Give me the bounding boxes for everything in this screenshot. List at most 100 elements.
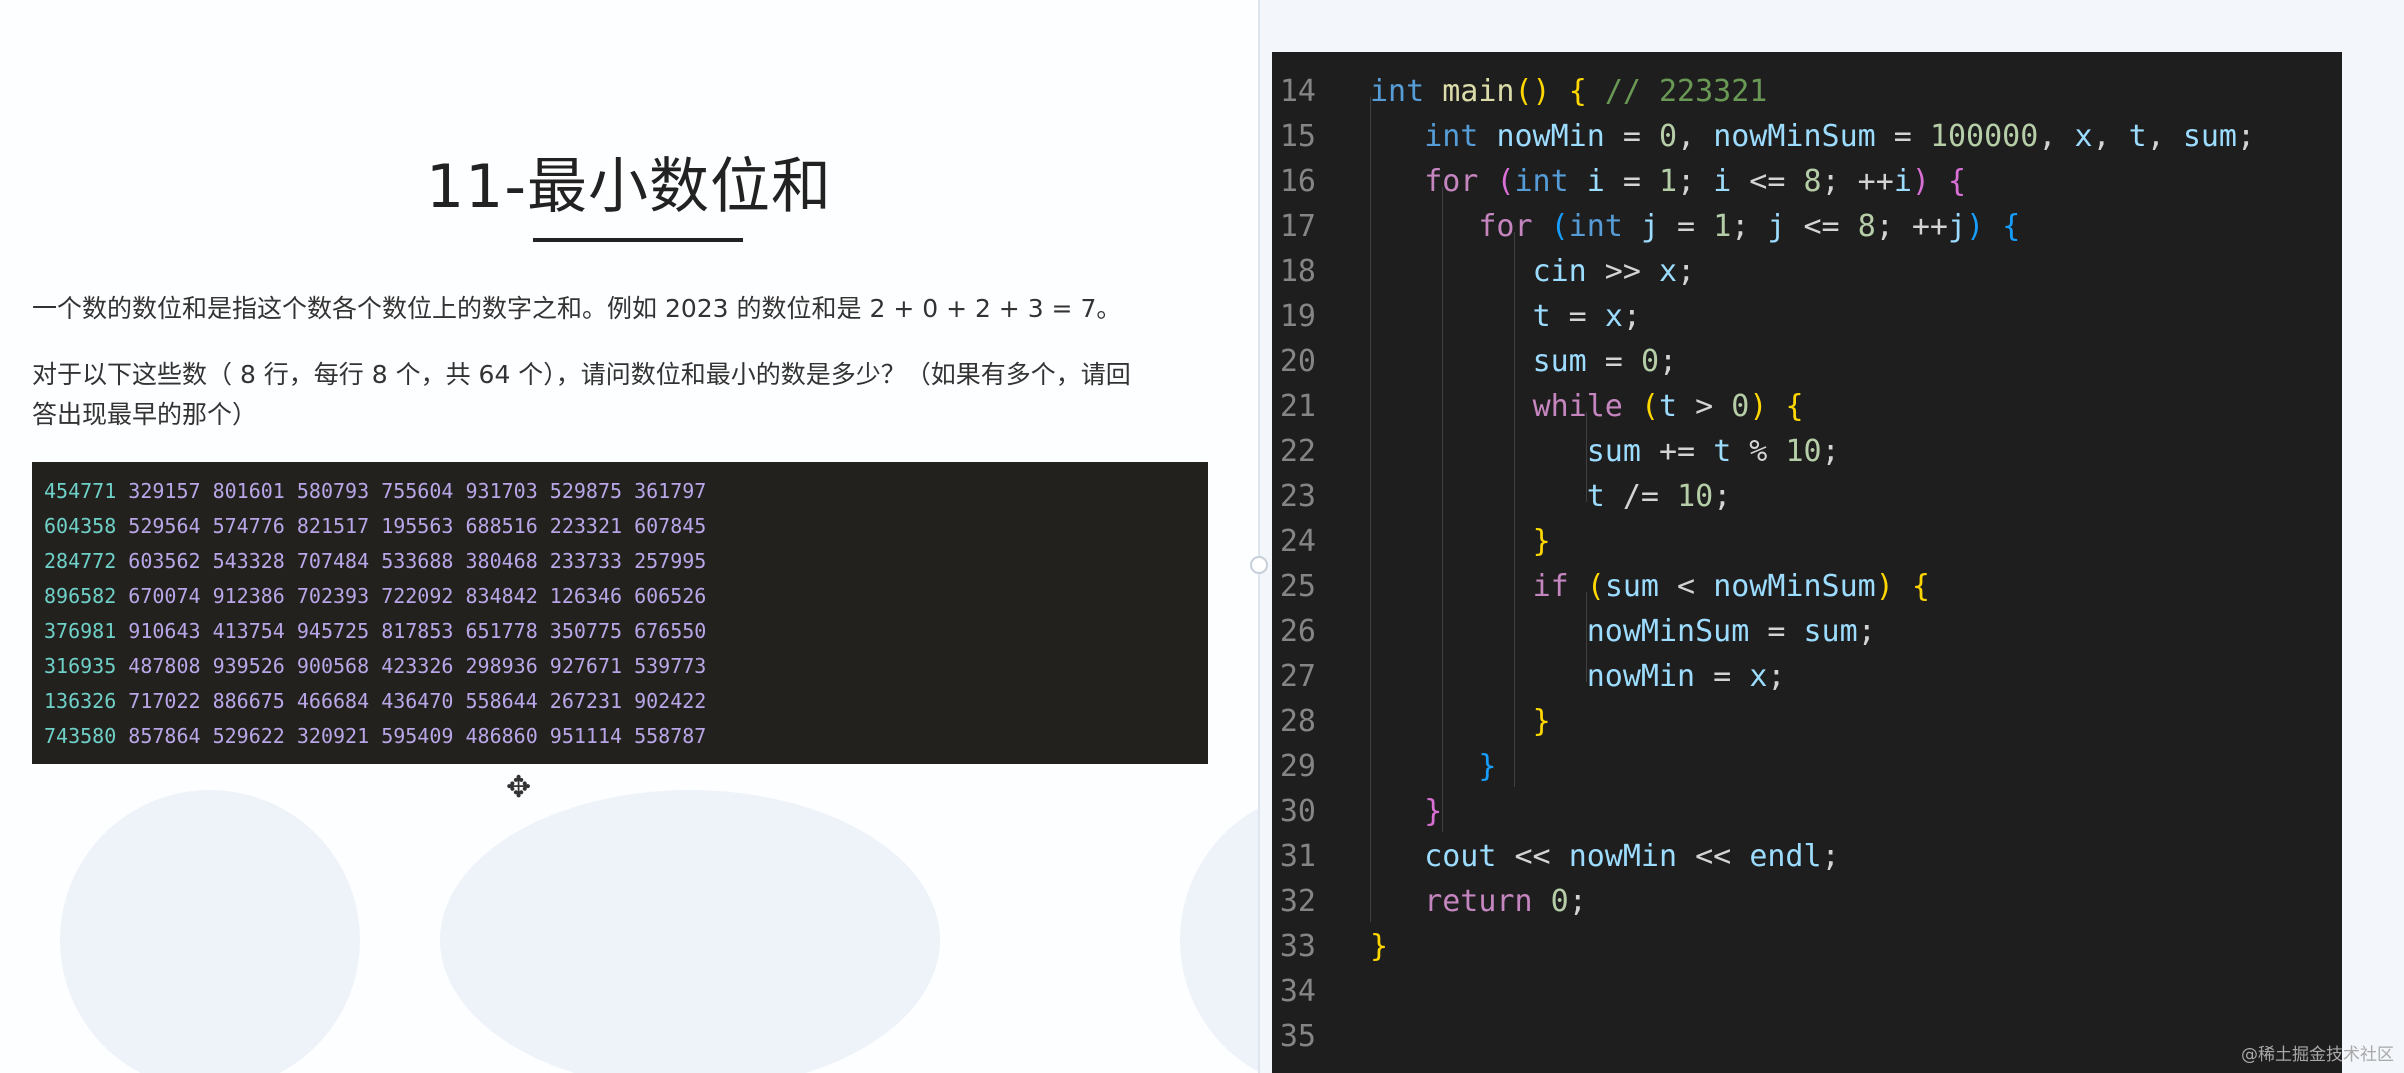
number-cell: 821517 <box>296 514 370 538</box>
number-cell: 604358 <box>44 514 117 538</box>
number-cell: 857864 <box>128 724 201 748</box>
number-cell: 539773 <box>634 654 707 678</box>
number-cell: 688516 <box>465 514 538 538</box>
line-number: 13 <box>1272 52 1316 57</box>
code-line: 30 } <box>1272 794 2342 839</box>
number-cell: 329157 <box>128 479 201 503</box>
number-cell: 910643 <box>128 619 201 643</box>
number-cell: 223321 <box>549 514 623 538</box>
number-cell: 454771 <box>44 479 117 503</box>
code-line: 13 <box>1272 52 2342 67</box>
code-line: 31 cout << nowMin << endl; <box>1272 839 2342 884</box>
number-cell: 945725 <box>296 619 370 643</box>
page-title: 11-最小数位和 <box>426 152 832 222</box>
line-number: 35 <box>1279 1019 1316 1054</box>
code-line: 27 nowMin = x; <box>1272 659 2342 704</box>
number-row: 743580 857864 529622 320921 595409 48686… <box>44 724 706 748</box>
number-row: 316935 487808 939526 900568 423326 29893… <box>44 654 706 678</box>
watermark-shape <box>60 790 360 1073</box>
number-cell: 195563 <box>381 514 454 538</box>
code-line: 26 nowMinSum = sum; <box>1272 614 2342 659</box>
line-number: 15 <box>1279 119 1316 154</box>
number-cell: 136326 <box>44 689 117 713</box>
code-line: 22 sum += t % 10; <box>1272 434 2342 479</box>
number-cell: 651778 <box>465 619 538 643</box>
number-cell: 939526 <box>212 654 285 678</box>
number-row: 376981 910643 413754 945725 817853 65177… <box>44 619 706 643</box>
problem-paragraph-2-line-2: 答出现最早的那个） <box>32 400 258 429</box>
number-row: 896582 670074 912386 702393 722092 83484… <box>44 584 706 608</box>
number-cell: 298936 <box>465 654 538 678</box>
number-cell: 606526 <box>634 584 707 608</box>
line-number: 32 <box>1279 884 1316 919</box>
number-cell: 436470 <box>381 689 454 713</box>
line-number: 28 <box>1279 704 1316 739</box>
split-handle[interactable] <box>1250 556 1268 574</box>
number-cell: 927671 <box>549 654 623 678</box>
line-number: 31 <box>1279 839 1316 874</box>
number-cell: 529564 <box>128 514 201 538</box>
code-line: 29 } <box>1272 749 2342 794</box>
number-cell: 801601 <box>212 479 285 503</box>
number-cell: 743580 <box>44 724 117 748</box>
number-cell: 486860 <box>465 724 538 748</box>
code-line: 16 for (int i = 1; i <= 8; ++i) { <box>1272 164 2342 209</box>
code-line: 18 cin >> x; <box>1272 254 2342 299</box>
line-number: 22 <box>1279 434 1316 469</box>
number-cell: 126346 <box>549 584 623 608</box>
number-row: 284772 603562 543328 707484 533688 38046… <box>44 549 706 573</box>
line-number: 23 <box>1279 479 1316 514</box>
problem-paragraph-2-line-1: 对于以下这些数（ 8 行，每行 8 个，共 64 个），请问数位和最小的数是多少… <box>32 360 1131 389</box>
number-cell: 707484 <box>296 549 370 573</box>
document-panel: 11-最小数位和 一个数的数位和是指这个数各个数位上的数字之和。例如 2023 … <box>0 0 1258 1073</box>
line-number: 27 <box>1279 659 1316 694</box>
number-cell: 755604 <box>381 479 454 503</box>
code-line: 32 return 0; <box>1272 884 2342 929</box>
code-editor[interactable]: 13 14int main() { // 223321 15 int nowMi… <box>1272 52 2342 1073</box>
code-line: 35 <box>1272 1019 2342 1064</box>
code-line: 21 while (t > 0) { <box>1272 389 2342 434</box>
number-cell: 676550 <box>634 619 707 643</box>
number-cell: 529875 <box>549 479 623 503</box>
code-line: 15 int nowMin = 0, nowMinSum = 100000, x… <box>1272 119 2342 164</box>
line-number: 30 <box>1279 794 1316 829</box>
line-number: 24 <box>1279 524 1316 559</box>
number-row: 604358 529564 574776 821517 195563 68851… <box>44 514 706 538</box>
number-cell: 558787 <box>634 724 707 748</box>
number-cell: 423326 <box>381 654 454 678</box>
number-cell: 320921 <box>296 724 370 748</box>
code-line: 23 t /= 10; <box>1272 479 2342 524</box>
line-number: 25 <box>1279 569 1316 604</box>
code-line: 20 sum = 0; <box>1272 344 2342 389</box>
line-number: 18 <box>1279 254 1316 289</box>
number-cell: 702393 <box>296 584 370 608</box>
number-cell: 558644 <box>465 689 538 713</box>
number-cell: 257995 <box>634 549 707 573</box>
code-line: 34 <box>1272 974 2342 1019</box>
number-cell: 817853 <box>381 619 454 643</box>
number-cell: 361797 <box>634 479 707 503</box>
number-cell: 413754 <box>212 619 285 643</box>
number-block: 454771 329157 801601 580793 755604 93170… <box>32 462 1208 764</box>
number-cell: 834842 <box>465 584 538 608</box>
number-cell: 466684 <box>296 689 370 713</box>
number-cell: 380468 <box>465 549 538 573</box>
number-cell: 951114 <box>549 724 623 748</box>
number-row: 454771 329157 801601 580793 755604 93170… <box>44 479 706 503</box>
number-cell: 931703 <box>465 479 538 503</box>
line-number: 14 <box>1279 74 1316 109</box>
move-cursor-icon: ✥ <box>506 770 532 805</box>
number-cell: 595409 <box>381 724 454 748</box>
line-number: 21 <box>1279 389 1316 424</box>
number-cell: 580793 <box>296 479 370 503</box>
number-cell: 900568 <box>296 654 370 678</box>
line-number: 33 <box>1279 929 1316 964</box>
number-cell: 233733 <box>549 549 623 573</box>
line-number: 29 <box>1279 749 1316 784</box>
code-line: 24 } <box>1272 524 2342 569</box>
number-cell: 376981 <box>44 619 117 643</box>
number-cell: 529622 <box>212 724 285 748</box>
line-number: 17 <box>1279 209 1316 244</box>
number-cell: 284772 <box>44 549 117 573</box>
split-divider[interactable] <box>1258 0 1260 1073</box>
